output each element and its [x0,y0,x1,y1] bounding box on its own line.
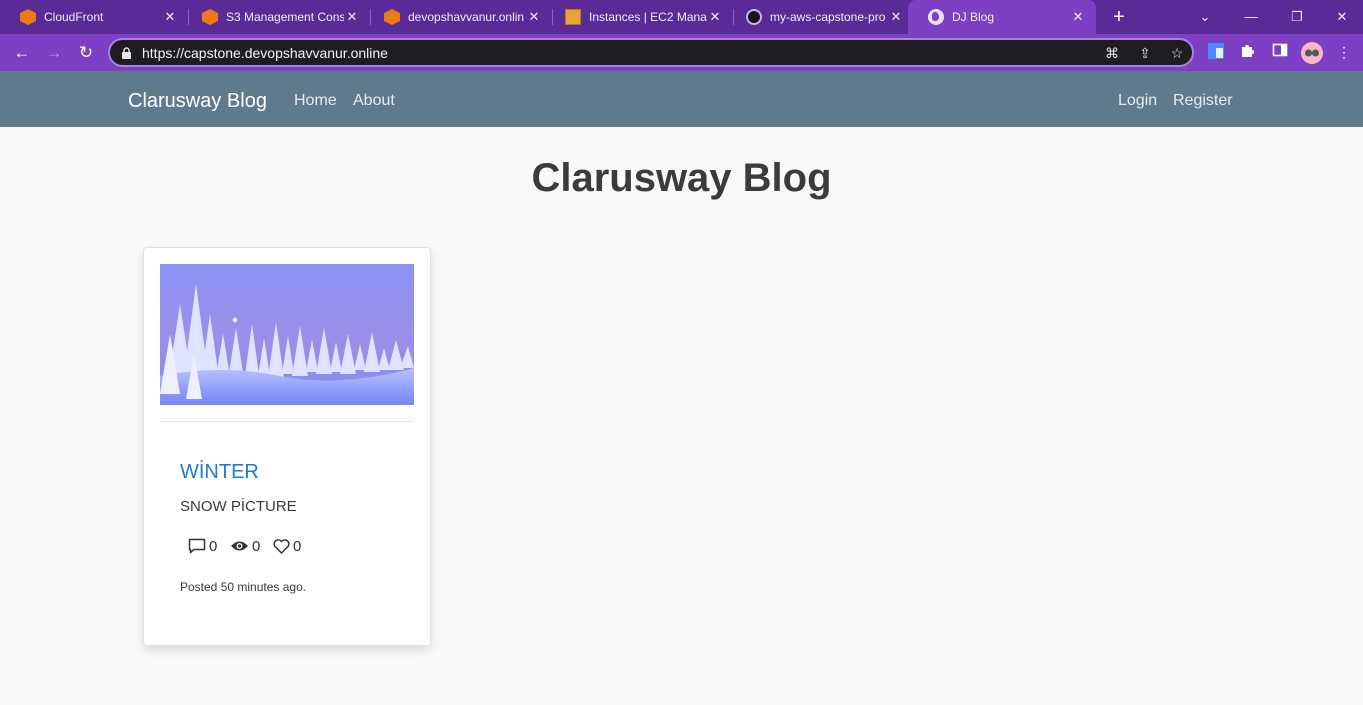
browser-tab[interactable]: S3 Management Cons ✕ [182,0,371,34]
browser-tab[interactable]: CloudFront ✕ [0,0,189,34]
aws-orange-icon [202,9,218,25]
post-timestamp: Posted 50 minutes ago. [180,580,307,594]
like-count[interactable]: 0 [273,537,301,555]
nav-about-link[interactable]: About [353,91,395,110]
restore-button[interactable]: ❐ [1286,6,1308,28]
aws-box-icon [565,9,581,25]
tab-search-button[interactable]: ⌄ [1194,6,1216,28]
extensions-puzzle-icon[interactable] [1238,42,1258,62]
browser-toolbar: ← → ↻ https://capstone.devopshavvanur.on… [0,34,1363,71]
globe-icon [928,9,944,25]
nav-home-link[interactable]: Home [294,91,337,110]
translate-extension-icon[interactable] [1206,42,1226,62]
close-tab-icon[interactable]: ✕ [1070,9,1086,25]
eye-icon [231,541,248,551]
browser-tab[interactable]: Instances | EC2 Manag ✕ [545,0,734,34]
browser-menu-icon[interactable]: ⋮ [1334,42,1354,62]
site-brand-link[interactable]: Clarusway Blog [128,89,267,113]
reload-button[interactable]: ↻ [75,42,97,64]
github-icon [746,9,762,25]
profile-avatar[interactable] [1301,42,1323,64]
tab-title: my-aws-capstone-pro [770,10,886,24]
close-tab-icon[interactable]: ✕ [707,9,723,25]
comment-count: 0 [188,537,217,555]
tab-title: S3 Management Cons [226,10,344,24]
aws-orange-icon [384,9,400,25]
tab-title: CloudFront [44,10,104,24]
site-navbar: Clarusway Blog Home About Login Register [0,71,1363,127]
post-title-link[interactable]: WİNTER [180,460,259,484]
view-count: 0 [230,537,260,555]
close-tab-icon[interactable]: ✕ [888,9,904,25]
lock-icon [122,47,131,59]
nav-login-link[interactable]: Login [1118,91,1157,110]
browser-tab-strip: CloudFront ✕ S3 Management Cons ✕ devops… [0,0,1363,34]
forward-button[interactable]: → [43,42,65,64]
side-panel-icon[interactable] [1270,42,1290,62]
nav-register-link[interactable]: Register [1173,91,1233,110]
like-count-value: 0 [293,537,302,555]
card-divider [160,421,414,422]
comment-icon [188,538,206,554]
view-count-value: 0 [252,537,261,555]
tab-title: Instances | EC2 Manag [589,10,707,24]
browser-tab[interactable]: my-aws-capstone-pro ✕ [726,0,914,34]
close-tab-icon[interactable]: ✕ [526,9,542,25]
post-subtitle: SNOW PİCTURE [180,498,297,515]
aws-orange-icon [20,9,36,25]
close-tab-icon[interactable]: ✕ [162,9,178,25]
translate-icon[interactable]: ⌘ [1103,44,1121,62]
new-tab-button[interactable]: + [1108,6,1130,28]
back-button[interactable]: ← [11,42,33,64]
url-text: https://capstone.devopshavvanur.online [142,45,388,61]
tab-title: DJ Blog [952,10,995,24]
browser-tab-active[interactable]: DJ Blog ✕ [908,0,1096,34]
minimize-button[interactable]: — [1240,6,1262,28]
tab-title: devopshavvanur.onlin [408,10,525,24]
post-card[interactable]: WİNTER SNOW PİCTURE 0 0 0 Posted 50 minu… [143,247,431,646]
close-window-button[interactable]: ✕ [1331,6,1353,28]
heart-icon[interactable] [273,538,290,554]
comment-count-value: 0 [209,537,218,555]
bookmark-star-icon[interactable]: ☆ [1168,44,1186,62]
post-image[interactable] [160,264,414,405]
close-tab-icon[interactable]: ✕ [344,9,360,25]
browser-tab[interactable]: devopshavvanur.onlin ✕ [364,0,553,34]
page-title: Clarusway Blog [531,156,832,200]
share-icon[interactable]: ⇪ [1136,44,1154,62]
address-bar[interactable]: https://capstone.devopshavvanur.online ⌘… [108,38,1194,67]
